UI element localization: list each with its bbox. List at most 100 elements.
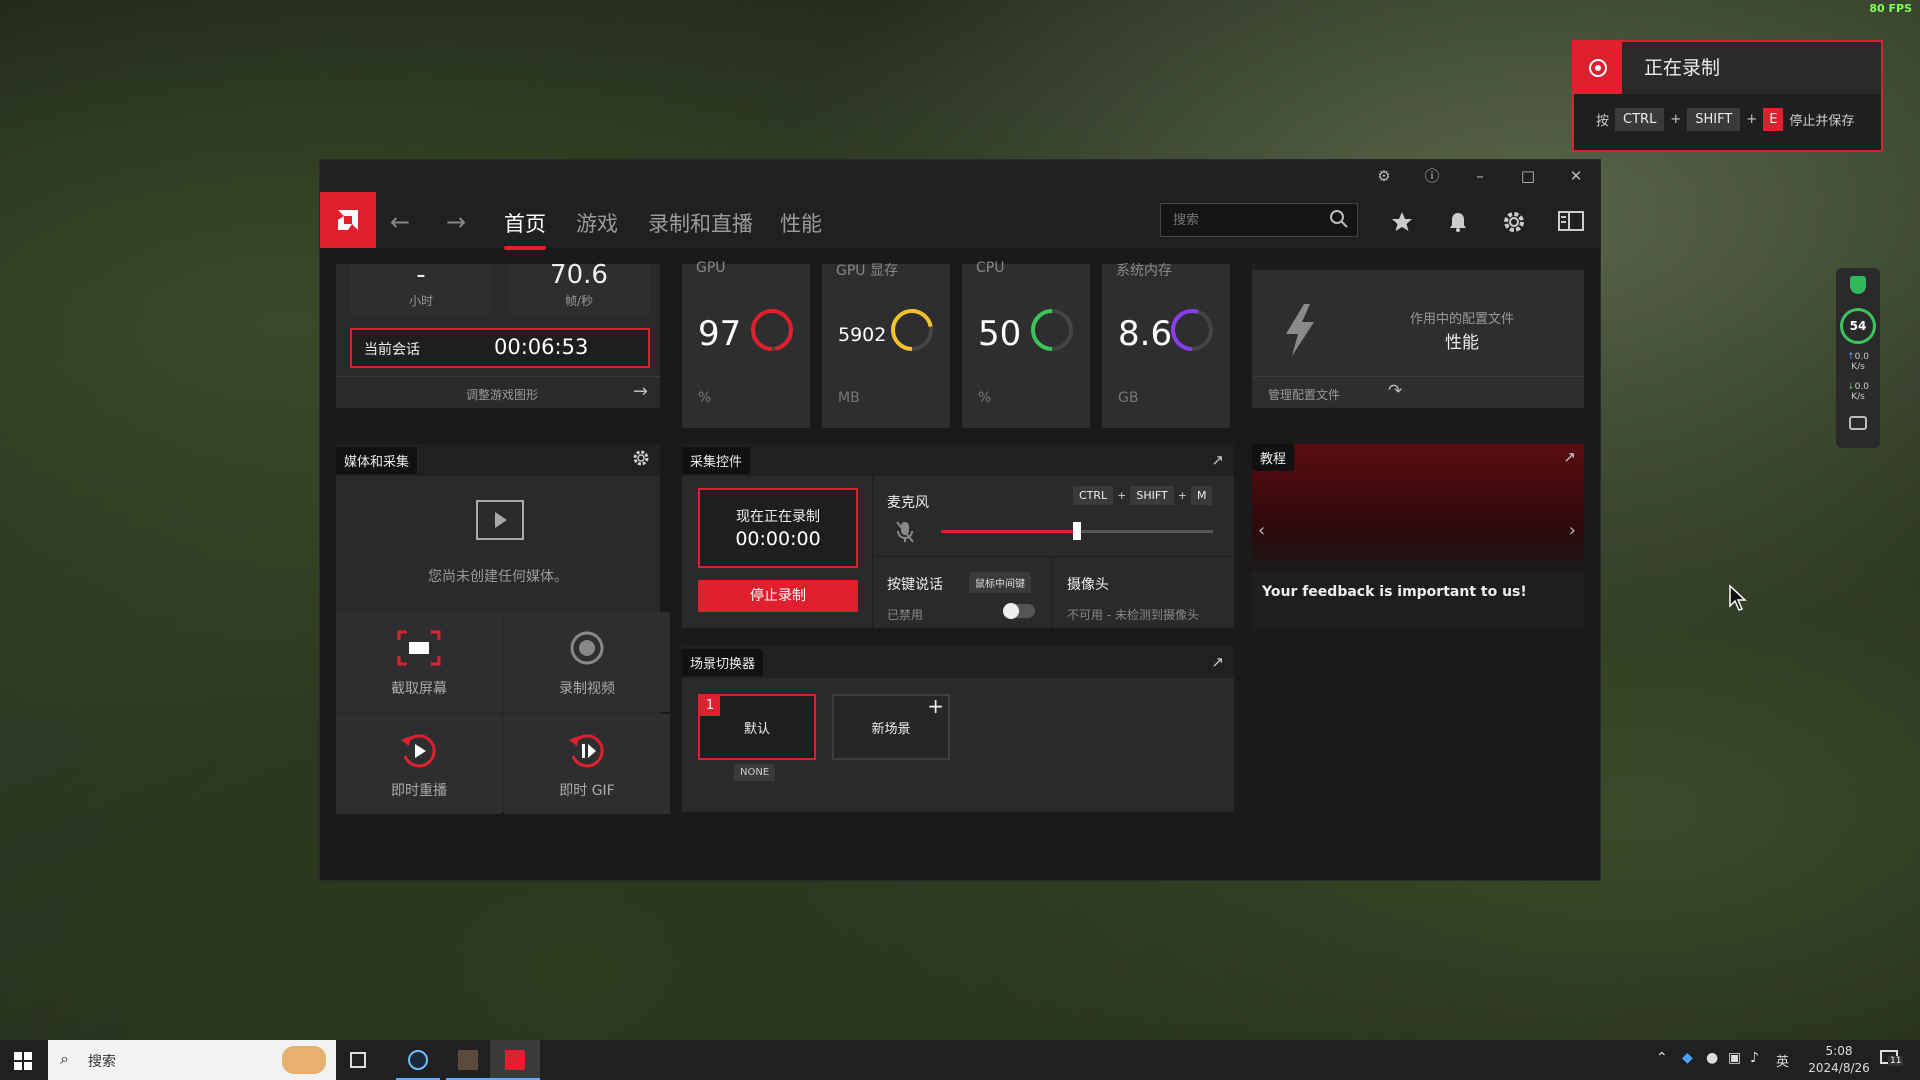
media-header: 媒体和采集 xyxy=(336,444,660,476)
record-video-icon xyxy=(504,630,670,666)
tray-network-icon[interactable]: ▣ xyxy=(1728,1050,1741,1066)
shield-icon xyxy=(1850,276,1866,294)
scene-title: 场景切换器 xyxy=(682,648,764,676)
instant-gif-tile[interactable]: 即时 GIF xyxy=(504,714,670,814)
new-scene-button[interactable]: + 新场景 xyxy=(832,694,950,760)
instant-replay-tile[interactable]: 即时重播 xyxy=(336,714,502,814)
media-panel: 媒体和采集 您尚未创建任何媒体。 截取屏幕 录制视频 即时重播 即时 GIF xyxy=(336,444,670,814)
vram-unit: MB xyxy=(838,390,860,406)
maximize-icon[interactable]: □ xyxy=(1518,166,1538,186)
mic-volume-thumb[interactable] xyxy=(1073,522,1081,540)
media-title: 媒体和采集 xyxy=(336,446,418,474)
hours-value: - xyxy=(416,260,426,290)
tab-performance[interactable]: 性能 xyxy=(780,208,822,238)
tray-shield-icon[interactable]: ◆ xyxy=(1682,1050,1693,1066)
amd-app-icon[interactable] xyxy=(490,1040,540,1080)
carousel-prev-icon[interactable]: ‹ xyxy=(1258,520,1265,541)
tab-games[interactable]: 游戏 xyxy=(576,208,618,238)
search-icon[interactable] xyxy=(1329,209,1349,233)
bug-icon[interactable]: ⚙ xyxy=(1374,166,1394,186)
mic-volume-slider[interactable] xyxy=(941,522,1213,540)
amd-logo-icon[interactable] xyxy=(320,192,376,248)
screenshot-icon xyxy=(336,630,502,666)
minimize-icon[interactable]: – xyxy=(1470,166,1490,186)
expand-icon[interactable]: ↗ xyxy=(1211,451,1224,469)
search-highlight-icon xyxy=(282,1046,326,1074)
settings-gear-icon[interactable] xyxy=(1502,210,1526,238)
key-shift: SHIFT xyxy=(1130,486,1174,505)
media-settings-gear-icon[interactable] xyxy=(632,449,650,471)
scene-default[interactable]: 1 默认 xyxy=(698,694,816,760)
recording-notification: 正在录制 按 CTRL + SHIFT + E 停止并保存 xyxy=(1572,40,1883,152)
taskbar-search[interactable]: ⌕ 搜索 xyxy=(48,1040,336,1080)
gpu-usage-ring: 54 xyxy=(1840,308,1876,344)
push-to-talk-toggle[interactable] xyxy=(1003,603,1035,619)
stop-recording-button[interactable]: 停止录制 xyxy=(698,580,858,612)
push-to-talk-label: 按键说话 xyxy=(887,577,943,593)
tray-chevron-up-icon[interactable]: ⌃ xyxy=(1656,1050,1668,1066)
scene-hotkey[interactable]: NONE xyxy=(734,764,776,781)
key-ctrl: CTRL xyxy=(1073,486,1114,505)
now-recording-label: 现在正在录制 xyxy=(736,509,820,525)
manage-profiles-link[interactable]: 管理配置文件 ↷ xyxy=(1252,376,1584,409)
vram-label: GPU 显存 xyxy=(836,263,898,279)
ram-stat-card[interactable]: 系统内存 8.6 GB xyxy=(1102,263,1230,428)
notification-center-icon[interactable]: 11 xyxy=(1880,1050,1904,1070)
game-app-icon[interactable] xyxy=(446,1040,490,1080)
ram-value: 8.6 xyxy=(1118,314,1173,354)
add-icon: + xyxy=(927,694,944,718)
vram-gauge xyxy=(891,309,933,351)
push-to-talk-key[interactable]: 鼠标中间键 xyxy=(969,572,1031,593)
tray-steam-icon[interactable]: ● xyxy=(1706,1050,1718,1066)
vram-stat-card[interactable]: GPU 显存 5902 MB xyxy=(822,263,950,428)
camera-label: 摄像头 xyxy=(1067,577,1109,593)
tray-volume-icon[interactable]: ♪ xyxy=(1750,1050,1759,1066)
steam-app-icon[interactable] xyxy=(396,1040,440,1080)
cpu-stat-card[interactable]: CPU 50 % xyxy=(962,260,1090,428)
gpu-value: 97 xyxy=(698,314,742,354)
windows-start-icon[interactable] xyxy=(14,1052,32,1074)
key-ctrl: CTRL xyxy=(1615,108,1665,131)
favorites-star-icon[interactable] xyxy=(1390,210,1414,238)
screenshot-tile[interactable]: 截取屏幕 xyxy=(336,612,502,712)
screenshot-label: 截取屏幕 xyxy=(391,681,447,697)
record-video-tile[interactable]: 录制视频 xyxy=(504,612,670,712)
adjust-graphics-link[interactable]: 调整游戏图形 → xyxy=(336,376,660,409)
tab-record-stream[interactable]: 录制和直播 xyxy=(648,208,753,238)
help-icon[interactable]: ⓘ xyxy=(1422,166,1442,186)
arrow-right-icon: → xyxy=(632,381,648,402)
expand-icon[interactable]: ↗ xyxy=(1563,448,1576,466)
search-input[interactable] xyxy=(1161,204,1325,236)
tutorial-thumbnail[interactable] xyxy=(1252,444,1584,572)
gpu-unit: % xyxy=(698,390,712,406)
upload-rate: ↑0.0 K/s xyxy=(1847,352,1869,372)
push-to-talk-state: 已禁用 xyxy=(887,608,924,622)
scene-header: 场景切换器 ↗ xyxy=(682,646,1234,678)
expand-icon[interactable]: ↗ xyxy=(1211,653,1224,671)
tray-ime[interactable]: 英 xyxy=(1776,1051,1789,1070)
carousel-next-icon[interactable]: › xyxy=(1569,520,1576,541)
back-arrow-icon[interactable]: ← xyxy=(390,208,410,236)
forward-arrow-icon[interactable]: → xyxy=(446,208,466,236)
download-unit: K/s xyxy=(1851,392,1865,402)
ram-unit: GB xyxy=(1118,390,1139,406)
tray-date: 2024/8/26 xyxy=(1808,1061,1870,1075)
instant-gif-icon xyxy=(504,732,670,770)
camera-capture-icon[interactable] xyxy=(1849,416,1867,430)
scene-switcher-panel: 场景切换器 ↗ 1 默认 NONE + 新场景 xyxy=(682,646,1234,812)
overlay-panel-icon[interactable] xyxy=(1558,210,1584,236)
search-box xyxy=(1160,203,1358,237)
mic-muted-icon[interactable] xyxy=(895,520,915,548)
upload-value: 0.0 xyxy=(1854,352,1869,362)
gpu-stat-card[interactable]: GPU 97 % xyxy=(682,260,810,428)
search-icon: ⌕ xyxy=(60,1049,69,1068)
close-icon[interactable]: ✕ xyxy=(1566,166,1586,186)
tray-time: 5:08 xyxy=(1825,1044,1853,1058)
notifications-bell-icon[interactable] xyxy=(1446,210,1470,238)
tray-clock[interactable]: 5:08 2024/8/26 xyxy=(1804,1043,1874,1077)
scene-index: 1 xyxy=(700,696,720,716)
cpu-unit: % xyxy=(978,390,992,406)
task-view-icon[interactable] xyxy=(350,1052,366,1068)
tab-home[interactable]: 首页 xyxy=(504,208,546,250)
profile-panel: 作用中的配置文件 性能 管理配置文件 ↷ xyxy=(1252,264,1584,408)
